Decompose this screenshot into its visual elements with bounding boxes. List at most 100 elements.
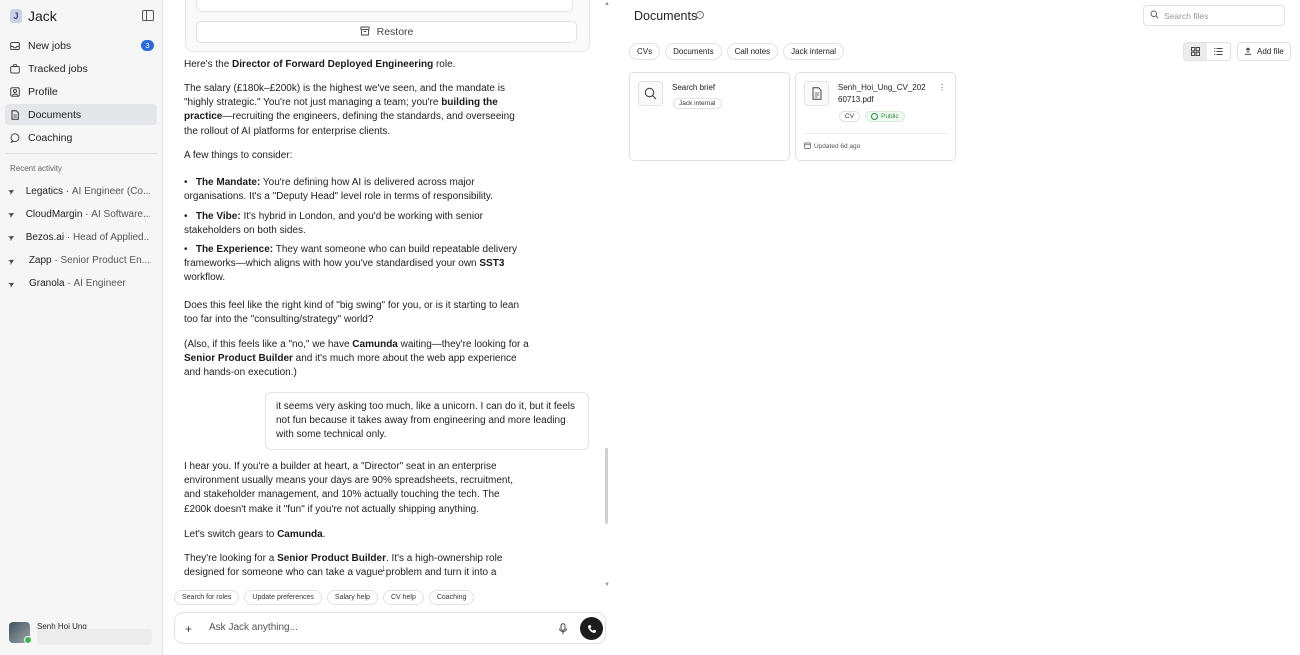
collapsed-message-strip: [196, 0, 573, 12]
recent-company: Bezos.ai: [25, 232, 65, 243]
text: role.: [433, 59, 456, 70]
assistant-paragraph: Let's switch gears to Camunda.: [184, 528, 529, 542]
text: —recruiting the engineers, defining the …: [184, 111, 515, 137]
document-icon: [10, 109, 20, 120]
new-jobs-count-badge: 3: [141, 40, 154, 51]
info-icon[interactable]: i: [696, 11, 704, 19]
card-divider: [804, 133, 948, 134]
restore-label: Restore: [376, 26, 414, 38]
calendar-icon: [804, 142, 811, 151]
assistant-paragraph: (Also, if this feels like a "no," we hav…: [184, 338, 529, 381]
send-arrow-icon: ➤: [8, 278, 17, 290]
recent-activity-list: ➤ Legatics · AI Engineer (Co... ➤ CloudM…: [8, 180, 150, 295]
scroll-to-bottom-icon[interactable]: ↓: [381, 563, 386, 574]
user-message-bubble: it seems very asking too much, like a un…: [265, 392, 589, 450]
list-view-icon[interactable]: [1207, 43, 1230, 60]
tab-cvs[interactable]: CVs: [629, 43, 661, 60]
assistant-paragraph: They're looking for a Senior Product Bui…: [184, 552, 529, 581]
assistant-paragraph: Here's the Director of Forward Deployed …: [184, 58, 529, 72]
bold-text: The Vibe:: [195, 211, 241, 222]
search-icon: [1150, 10, 1159, 21]
chip-update-preferences[interactable]: Update preferences: [244, 590, 322, 605]
recent-role: Head of Applied...: [72, 232, 150, 243]
scroll-down-arrow-icon[interactable]: ▼: [604, 582, 610, 588]
document-tag: Jack internal: [673, 98, 722, 109]
send-arrow-icon: ➤: [8, 208, 17, 221]
add-file-button[interactable]: Add file: [1237, 42, 1291, 61]
recent-item-zapp[interactable]: ➤ Zapp · Senior Product En...: [8, 249, 150, 272]
grid-view-icon[interactable]: [1184, 43, 1207, 60]
search-files-input[interactable]: [1164, 10, 1274, 21]
recent-item-cloudmargin[interactable]: ➤ CloudMargin · AI Software...: [8, 203, 150, 226]
bold-text: The Mandate:: [195, 177, 261, 188]
brand[interactable]: J Jack: [10, 8, 57, 24]
search-icon: [638, 81, 663, 106]
updated-text: Updated 6d ago: [814, 143, 861, 150]
send-arrow-icon: ➤: [8, 185, 17, 198]
text: Here's the: [184, 59, 233, 70]
text: waiting—they're looking for a: [397, 339, 529, 350]
visibility-badge: Public: [865, 111, 905, 122]
recent-role: AI Software...: [91, 209, 150, 220]
suggestion-chips: Search for roles Update preferences Sala…: [174, 590, 475, 605]
microphone-icon[interactable]: [558, 623, 568, 635]
sidebar-item-tracked-jobs[interactable]: Tracked jobs: [5, 58, 157, 79]
document-card[interactable]: Search brief Jack internal: [629, 72, 790, 161]
assistant-bullet: • The Experience: They want someone who …: [184, 243, 529, 286]
more-options-icon[interactable]: ⋮: [938, 83, 946, 92]
chip-cv-help[interactable]: CV help: [382, 590, 424, 605]
document-updated: Updated 6d ago: [804, 142, 860, 151]
bold-text: Director of Forward Deployed Engineering: [232, 59, 434, 70]
phone-call-icon[interactable]: [580, 617, 603, 640]
assistant-paragraph: A few things to consider:: [184, 150, 293, 161]
chat-composer: +: [174, 612, 606, 644]
tab-call-notes[interactable]: Call notes: [726, 43, 779, 60]
file-icon: [804, 81, 829, 106]
sidebar-item-label: Documents: [28, 108, 82, 121]
recent-company: CloudMargin: [25, 209, 83, 220]
restore-button[interactable]: Restore: [196, 21, 577, 43]
recent-item-legatics[interactable]: ➤ Legatics · AI Engineer (Co...: [8, 180, 150, 203]
assistant-paragraph: I hear you. If you're a builder at heart…: [184, 461, 514, 515]
text: (Also, if this feels like a "no," we hav…: [184, 339, 353, 350]
send-arrow-icon: ➤: [8, 231, 17, 244]
bold-text: Senior Product Builder: [277, 553, 386, 564]
chip-search-for-roles[interactable]: Search for roles: [174, 590, 240, 605]
assistant-bullet: • The Vibe: It's hybrid in London, and y…: [184, 210, 529, 238]
sidebar-item-label: Tracked jobs: [28, 62, 88, 75]
chip-coaching[interactable]: Coaching: [428, 590, 475, 605]
sidebar-item-label: Profile: [28, 85, 58, 98]
assistant-paragraph: The salary (£180k–£200k) is the highest …: [184, 82, 529, 139]
assistant-bullet: • The Mandate: You're defining how AI is…: [184, 176, 529, 204]
document-filter-tabs: CVs Documents Call notes Jack internal: [629, 43, 845, 60]
text: Let's switch gears to: [184, 529, 278, 540]
sidebar-item-coaching[interactable]: Coaching: [5, 127, 157, 148]
documents-title: Documents: [634, 9, 698, 23]
chat-icon: [10, 132, 20, 143]
recent-role: Senior Product En...: [60, 255, 151, 266]
bold-text: Camunda: [277, 529, 323, 540]
recent-item-bezos-ai[interactable]: ➤ Bezos.ai · Head of Applied...: [8, 226, 150, 249]
bullet-icon: •: [184, 244, 196, 255]
sidebar-item-documents[interactable]: Documents: [5, 104, 157, 125]
add-file-label: Add file: [1257, 47, 1284, 56]
upload-icon: [1244, 46, 1252, 57]
chat-input[interactable]: [209, 622, 539, 633]
recent-item-granola[interactable]: ➤ Granola · AI Engineer: [8, 272, 150, 295]
view-toggle: [1183, 42, 1231, 61]
text: workflow.: [184, 272, 226, 284]
document-card[interactable]: Senh_Hoi_Ung_CV_202 60713.pdf ⋮ CV Publi…: [795, 72, 956, 161]
sidebar-item-profile[interactable]: Profile: [5, 81, 157, 102]
jack-logo-icon: J: [10, 9, 22, 23]
chat-scrollbar[interactable]: [605, 448, 608, 524]
plus-icon[interactable]: +: [185, 622, 192, 636]
tab-jack-internal[interactable]: Jack internal: [783, 43, 845, 60]
sidebar-collapse-icon[interactable]: [142, 10, 154, 21]
recent-role: AI Engineer: [73, 278, 126, 289]
bold-text: Camunda: [352, 339, 398, 350]
tab-documents[interactable]: Documents: [665, 43, 722, 60]
sidebar: J Jack New jobs 3 Tracked jobs Profile D…: [0, 0, 163, 655]
sidebar-item-new-jobs[interactable]: New jobs 3: [5, 35, 157, 56]
chip-salary-help[interactable]: Salary help: [326, 590, 378, 605]
scroll-up-arrow-icon[interactable]: ▲: [604, 1, 610, 7]
